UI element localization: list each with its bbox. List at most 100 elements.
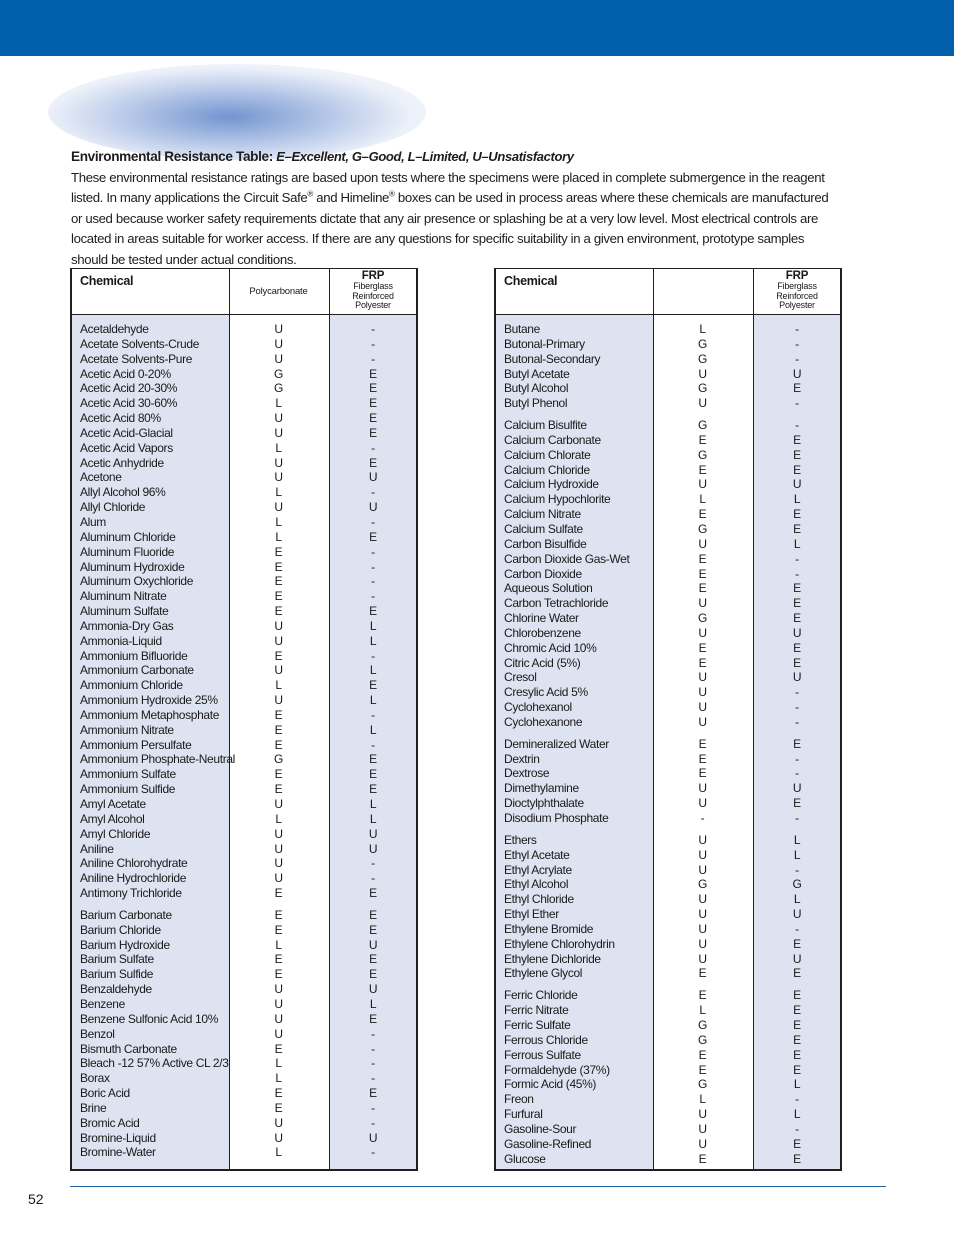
chemical-name: Dextrose (504, 766, 550, 781)
header-polycarbonate: Polycarbonate (249, 286, 308, 297)
polycarbonate-rating: E (274, 648, 283, 663)
polycarbonate-rating: E (698, 1062, 707, 1077)
frp-rating: E (369, 425, 377, 440)
polycarbonate-rating: G (274, 366, 283, 381)
table-row: Boric Acid E E (72, 1086, 416, 1101)
table-row: Ammonium Phosphate-Neutral G E (72, 752, 416, 767)
frp-rating: - (371, 1041, 375, 1056)
chemical-name: Citric Acid (5%) (504, 655, 581, 670)
table-row: Ammonium Sulfide E E (72, 782, 416, 797)
polycarbonate-rating: U (274, 1011, 283, 1026)
header-chemical: Chemical (504, 274, 558, 288)
frp-rating: E (369, 455, 377, 470)
chemical-name: Calcium Hydroxide (504, 477, 599, 492)
table-row: Aluminum Oxychloride E - (72, 574, 416, 589)
chemical-name: Disodium Phosphate (504, 811, 609, 825)
frp-rating: E (369, 767, 377, 782)
table-row: Aluminum Chloride L E (72, 530, 416, 545)
table-row: Ammonium Metaphosphate E - (72, 708, 416, 723)
polycarbonate-rating: G (274, 752, 283, 767)
polycarbonate-rating: U (698, 670, 707, 685)
frp-rating: - (795, 921, 799, 936)
polycarbonate-rating: E (274, 604, 283, 619)
polycarbonate-rating: G (274, 381, 283, 396)
polycarbonate-rating: G (698, 521, 707, 536)
chemical-name: Freon (504, 1092, 534, 1107)
polycarbonate-rating: U (698, 477, 707, 492)
chemical-name: Barium Carbonate (80, 907, 172, 922)
polycarbonate-rating: U (274, 322, 283, 336)
polycarbonate-rating: G (698, 611, 707, 626)
frp-rating: - (795, 862, 799, 877)
frp-rating: - (795, 396, 799, 411)
table-row: Ammonium Nitrate E L (72, 723, 416, 738)
table-row: Calcium Bisulfite G - (496, 418, 840, 433)
table-row: Freon L - (496, 1092, 840, 1107)
header-frp-sub: Polyester (779, 300, 815, 311)
table-row: Acetic Acid 80% U E (72, 411, 416, 426)
chemical-name: Aniline Hydrochloride (80, 871, 187, 886)
frp-rating: G (792, 877, 802, 892)
polycarbonate-rating: L (275, 937, 282, 952)
frp-rating: U (792, 670, 802, 685)
chemical-name: Butonal-Secondary (504, 351, 601, 366)
frp-rating: E (793, 988, 801, 1003)
chemical-name: Ethyl Acrylate (504, 862, 572, 877)
chemical-name: Ferric Nitrate (504, 1003, 569, 1018)
frp-rating: - (371, 1115, 375, 1130)
chemical-name: Borax (80, 1071, 110, 1086)
polycarbonate-rating: G (698, 418, 707, 433)
polycarbonate-rating: E (698, 507, 707, 522)
table-row: Amyl Alcohol L L (72, 812, 416, 827)
frp-rating: - (795, 551, 799, 566)
polycarbonate-rating: U (698, 907, 707, 922)
table-row: Cyclohexanone U - (496, 715, 840, 730)
table-row: Chlorine Water G E (496, 611, 840, 626)
table-row: Barium Hydroxide L U (72, 938, 416, 953)
polycarbonate-rating: U (698, 596, 707, 611)
table-row: Chromic Acid 10% E E (496, 641, 840, 656)
chemical-name: Ethylene Chlorohydrin (504, 936, 615, 951)
header-frp: FRP Fiberglass Reinforced Polyester (754, 270, 840, 311)
frp-rating: E (793, 1047, 801, 1062)
polycarbonate-rating: E (274, 886, 283, 901)
chemical-name: Barium Sulfide (80, 967, 154, 982)
polycarbonate-rating: E (274, 1100, 283, 1115)
frp-rating: E (793, 521, 801, 536)
chemical-name: Gasoline-Refined (504, 1136, 592, 1151)
table-row: Ethyl Alcohol G G (496, 877, 840, 892)
chemical-name: Alum (80, 514, 106, 529)
polycarbonate-rating: E (274, 967, 283, 982)
table-row: Ammonium Hydroxide 25% U L (72, 693, 416, 708)
table-row: Benzene U L (72, 997, 416, 1012)
table-row: Benzene Sulfonic Acid 10% U E (72, 1012, 416, 1027)
intro-paragraph: These environmental resistance ratings a… (71, 168, 841, 271)
frp-rating: - (371, 336, 375, 351)
polycarbonate-rating: G (698, 447, 707, 462)
chemical-name: Acetone (80, 470, 122, 485)
frp-rating: E (793, 432, 801, 447)
polycarbonate-rating: L (699, 1092, 706, 1107)
polycarbonate-rating: L (275, 396, 282, 411)
chemical-name: Acetic Acid 0-20% (80, 366, 171, 381)
table-row: Ethyl Acetate U L (496, 848, 840, 863)
polycarbonate-rating: E (274, 767, 283, 782)
frp-rating: E (793, 462, 801, 477)
polycarbonate-rating: E (274, 559, 283, 574)
chemical-name: Chromic Acid 10% (504, 640, 597, 655)
table-row: Ammonium Sulfate E E (72, 767, 416, 782)
frp-rating: E (793, 381, 801, 396)
chemical-name: Furfural (504, 1107, 543, 1122)
table-row: Ammonium Persulfate E - (72, 738, 416, 753)
table-row: Ammonia-Liquid U L (72, 634, 416, 649)
table-row: Aluminum Hydroxide E - (72, 560, 416, 575)
frp-rating: U (792, 477, 802, 492)
header-frp-sub: Polyester (355, 300, 391, 311)
polycarbonate-rating: U (698, 862, 707, 877)
frp-rating: - (371, 351, 375, 366)
table-title: Environmental Resistance Table: (71, 149, 273, 164)
chemical-name: Benzene Sulfonic Acid 10% (80, 1011, 219, 1026)
footer-rule (70, 1186, 886, 1187)
polycarbonate-rating: L (275, 514, 282, 529)
polycarbonate-rating: U (274, 500, 283, 515)
